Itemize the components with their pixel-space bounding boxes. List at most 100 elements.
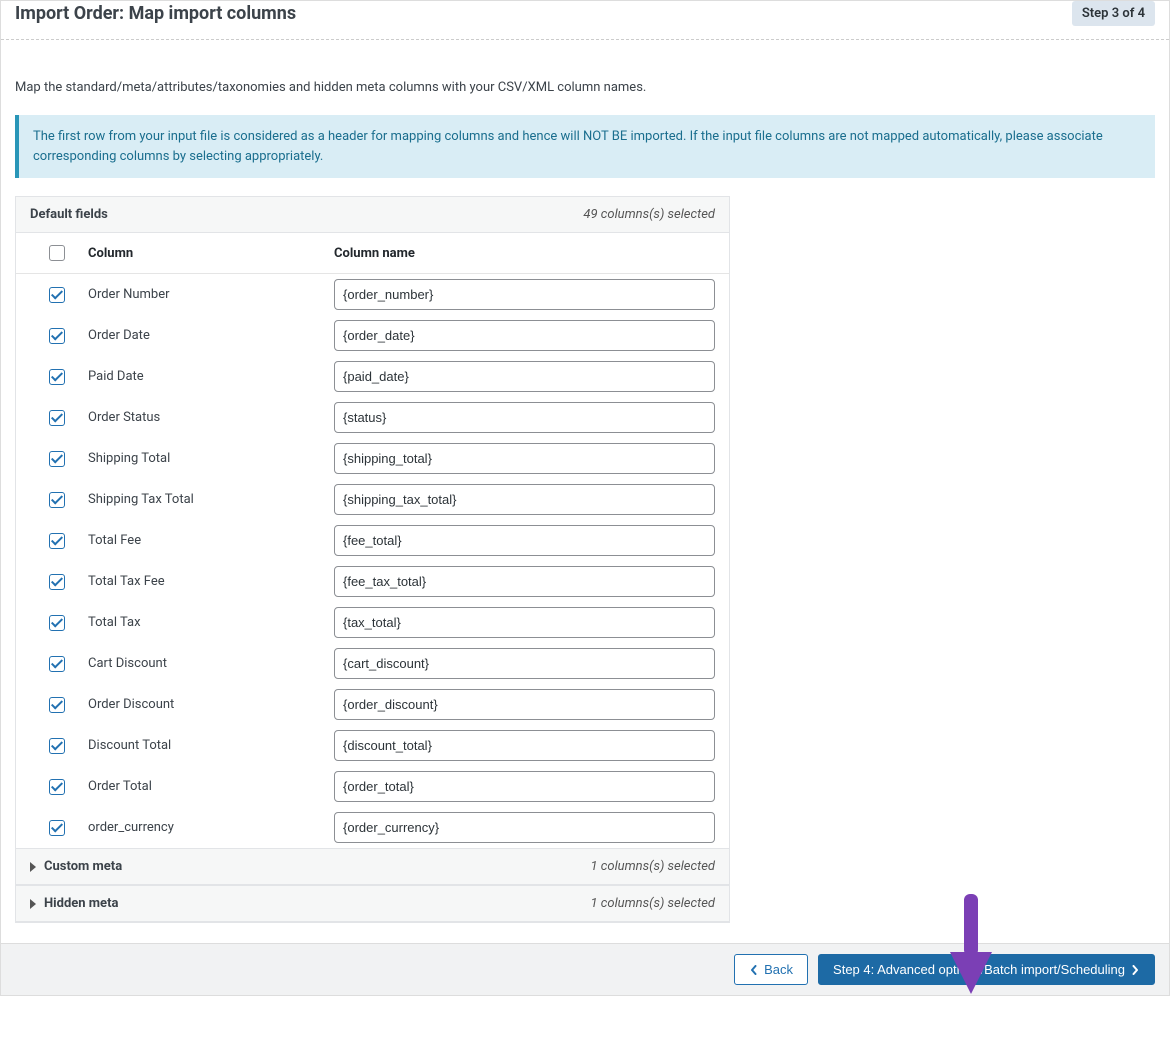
row-label: Order Number (88, 287, 334, 302)
table-row: Total Tax Fee (16, 561, 729, 602)
row-label: Total Tax (88, 615, 334, 630)
select-all-checkbox[interactable] (49, 245, 65, 261)
row-checkbox-cell (26, 574, 88, 590)
row-checkbox[interactable] (49, 738, 65, 754)
column-name-input[interactable] (334, 443, 715, 474)
column-name-input[interactable] (334, 730, 715, 761)
column-name-input[interactable] (334, 689, 715, 720)
table-row: order_currency (16, 807, 729, 848)
page-container: Import Order: Map import columns Step 3 … (0, 0, 1170, 996)
row-checkbox[interactable] (49, 287, 65, 303)
page-header: Import Order: Map import columns Step 3 … (1, 1, 1169, 40)
row-checkbox[interactable] (49, 410, 65, 426)
row-value-cell (334, 566, 719, 597)
chevron-right-icon (1130, 965, 1140, 975)
row-checkbox[interactable] (49, 697, 65, 713)
step-badge: Step 3 of 4 (1072, 1, 1155, 26)
hidden-meta-section-header[interactable]: Hidden meta 1 columns(s) selected (16, 885, 729, 922)
next-step-label: Step 4: Advanced options/Batch import/Sc… (833, 962, 1125, 977)
row-value-cell (334, 402, 719, 433)
row-label: Cart Discount (88, 656, 334, 671)
row-checkbox-cell (26, 410, 88, 426)
custom-meta-section-header[interactable]: Custom meta 1 columns(s) selected (16, 848, 729, 885)
row-checkbox-cell (26, 779, 88, 795)
row-value-cell (334, 771, 719, 802)
row-checkbox[interactable] (49, 779, 65, 795)
row-checkbox[interactable] (49, 656, 65, 672)
custom-meta-count: 1 columns(s) selected (591, 859, 715, 874)
row-checkbox[interactable] (49, 615, 65, 631)
row-label: order_currency (88, 820, 334, 835)
column-name-input[interactable] (334, 361, 715, 392)
hidden-meta-expander[interactable]: Hidden meta (30, 896, 118, 911)
mapping-panel: Default fields 49 columns(s) selected Co… (15, 196, 730, 923)
row-label: Shipping Tax Total (88, 492, 334, 507)
column-name-input[interactable] (334, 566, 715, 597)
table-row: Shipping Total (16, 438, 729, 479)
row-label: Order Discount (88, 697, 334, 712)
row-checkbox[interactable] (49, 451, 65, 467)
chevron-right-icon (30, 899, 36, 909)
row-value-cell (334, 361, 719, 392)
row-checkbox[interactable] (49, 574, 65, 590)
row-checkbox-cell (26, 615, 88, 631)
back-button[interactable]: Back (734, 954, 808, 985)
row-checkbox[interactable] (49, 820, 65, 836)
row-value-cell (334, 730, 719, 761)
table-row: Order Number (16, 274, 729, 315)
row-value-cell (334, 525, 719, 556)
custom-meta-title: Custom meta (44, 859, 122, 874)
table-row: Order Date (16, 315, 729, 356)
row-value-cell (334, 607, 719, 638)
default-fields-count: 49 columns(s) selected (583, 207, 715, 222)
column-name-input[interactable] (334, 320, 715, 351)
table-row: Order Discount (16, 684, 729, 725)
row-checkbox-cell (26, 328, 88, 344)
hidden-meta-title: Hidden meta (44, 896, 118, 911)
custom-meta-expander[interactable]: Custom meta (30, 859, 122, 874)
info-notice: The first row from your input file is co… (15, 115, 1155, 178)
row-checkbox-cell (26, 820, 88, 836)
row-label: Paid Date (88, 369, 334, 384)
back-button-label: Back (764, 962, 793, 977)
column-name-input[interactable] (334, 484, 715, 515)
row-label: Total Fee (88, 533, 334, 548)
row-checkbox-cell (26, 451, 88, 467)
default-fields-title: Default fields (30, 207, 108, 222)
table-row: Paid Date (16, 356, 729, 397)
column-header-name: Column name (334, 246, 719, 261)
column-name-input[interactable] (334, 525, 715, 556)
column-name-input[interactable] (334, 607, 715, 638)
row-value-cell (334, 320, 719, 351)
content-area: Map the standard/meta/attributes/taxonom… (1, 40, 1169, 943)
default-fields-section-header: Default fields 49 columns(s) selected (16, 197, 729, 233)
row-checkbox[interactable] (49, 533, 65, 549)
row-checkbox[interactable] (49, 369, 65, 385)
table-row: Shipping Tax Total (16, 479, 729, 520)
table-row: Order Total (16, 766, 729, 807)
row-checkbox-cell (26, 533, 88, 549)
column-name-input[interactable] (334, 279, 715, 310)
table-row: Total Tax (16, 602, 729, 643)
column-name-input[interactable] (334, 812, 715, 843)
column-name-input[interactable] (334, 648, 715, 679)
table-row: Order Status (16, 397, 729, 438)
row-value-cell (334, 279, 719, 310)
table-row: Discount Total (16, 725, 729, 766)
row-value-cell (334, 443, 719, 474)
next-step-button[interactable]: Step 4: Advanced options/Batch import/Sc… (818, 954, 1155, 985)
row-checkbox[interactable] (49, 492, 65, 508)
row-label: Shipping Total (88, 451, 334, 466)
rows-container: Order Number Order Date Paid Date Order Sta… (16, 274, 729, 848)
row-value-cell (334, 689, 719, 720)
row-checkbox-cell (26, 287, 88, 303)
row-label: Order Status (88, 410, 334, 425)
column-name-input[interactable] (334, 402, 715, 433)
table-header-row: Column Column name (16, 233, 729, 274)
description-text: Map the standard/meta/attributes/taxonom… (15, 80, 1155, 95)
row-checkbox-cell (26, 656, 88, 672)
row-checkbox[interactable] (49, 328, 65, 344)
column-name-input[interactable] (334, 771, 715, 802)
row-checkbox-cell (26, 369, 88, 385)
row-value-cell (334, 648, 719, 679)
